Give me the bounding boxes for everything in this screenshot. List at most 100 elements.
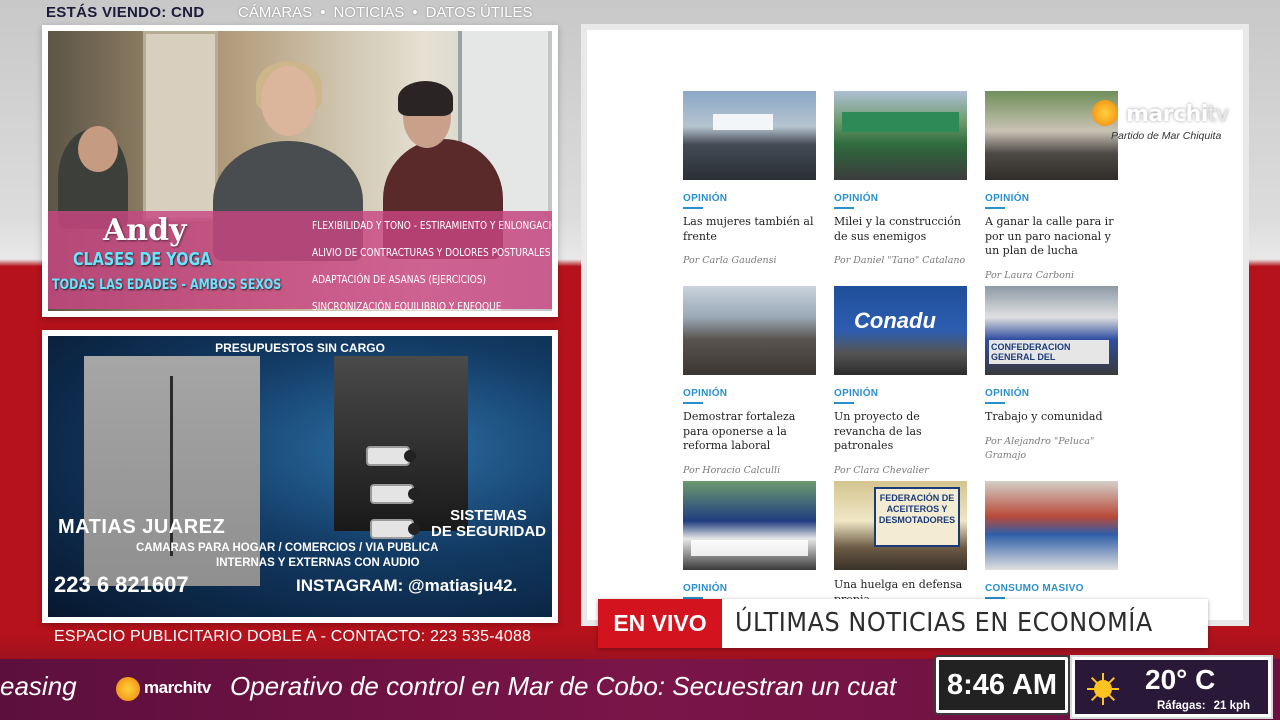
security-ad-phone: 223 6 821607 (54, 572, 189, 597)
security-ad-systems-line: SISTEMAS (450, 507, 527, 524)
news-thumbnail[interactable]: CONFEDERACION GENERAL DEL (985, 286, 1118, 375)
security-ad-image: PRESUPUESTOS SIN CARGO MATIAS JUAREZ SIS… (48, 336, 552, 617)
yoga-ad-panel: Andy CLASES DE YOGA TODAS LAS EDADES - A… (42, 25, 558, 317)
security-ad-headline: PRESUPUESTOS SIN CARGO (215, 341, 385, 355)
news-author: Por Clara Chevalier (834, 464, 929, 476)
top-bar: ESTÁS VIENDO: CND CÁMARAS • NOTICIAS • D… (0, 0, 580, 28)
gusts-label: Ráfagas: (1157, 700, 1206, 712)
thumb-banner (842, 112, 959, 132)
news-category[interactable]: OPINIÓN (683, 193, 816, 204)
weather-panel: 20° C Ráfagas: 21 kph (1075, 660, 1268, 714)
ad-space-footer: ESPACIO PUBLICITARIO DOBLE A - CONTACTO:… (54, 628, 532, 645)
news-card[interactable]: OPINIÓN Demostrar fortaleza para oponers… (683, 286, 816, 481)
news-category[interactable]: CONSUMO MASIVO (985, 583, 1118, 594)
news-thumbnail[interactable] (683, 286, 816, 375)
news-category[interactable]: OPINIÓN (834, 388, 967, 399)
yoga-ad-overlay: Andy CLASES DE YOGA TODAS LAS EDADES - A… (48, 211, 552, 311)
clock-time: 8:46 AM (939, 660, 1065, 710)
security-ad-services: CAMARAS PARA HOGAR / COMERCIOS / VIA PUB… (136, 542, 439, 554)
lower-third: EN VIVO ÚLTIMAS NOTICIAS EN ECONOMÍA (598, 599, 1208, 648)
category-underline (834, 207, 854, 209)
now-watching-label: ESTÁS VIENDO: CND (46, 4, 205, 21)
news-category[interactable]: OPINIÓN (834, 193, 967, 204)
thumb-banner (713, 114, 773, 130)
news-headline[interactable]: Un proyecto de revancha de las patronale… (834, 410, 967, 454)
thumb-banner (691, 540, 808, 556)
news-card[interactable]: OPINIÓN Milei y la construcción de sus e… (834, 91, 967, 286)
news-card[interactable]: OPINIÓN Las mujeres también al frente Po… (683, 91, 816, 286)
news-headline[interactable]: Demostrar fortaleza para oponerse a la r… (683, 410, 816, 454)
yoga-title: CLASES DE YOGA (73, 249, 212, 270)
security-ad-systems-line: DE SEGURIDAD (430, 523, 546, 540)
person-head (261, 66, 316, 136)
camera-lens (404, 450, 416, 462)
yoga-benefits-list: FLEXIBILIDAD Y TONO - ESTIRAMIENTO Y ENL… (312, 215, 552, 311)
news-thumbnail[interactable] (834, 91, 967, 180)
thumb-sign-text: Conadu (854, 308, 936, 333)
top-nav: CÁMARAS • NOTICIAS • DATOS ÚTILES (238, 4, 533, 21)
nav-separator: • (320, 4, 326, 21)
person-hair (398, 81, 453, 116)
yoga-benefit: ADAPTACIÓN DE ASANAS (EJERCICIOS) (312, 273, 486, 286)
news-thumbnail[interactable] (683, 481, 816, 570)
ticker-headline: Operativo de control en Mar de Cobo: Sec… (230, 671, 897, 701)
yoga-subtitle: TODAS LAS EDADES - AMBOS SEXOS (52, 277, 282, 293)
news-category[interactable]: OPINIÓN (985, 388, 1118, 399)
nav-news[interactable]: NOTICIAS (333, 4, 404, 21)
yoga-ad-image: Andy CLASES DE YOGA TODAS LAS EDADES - A… (48, 31, 552, 311)
category-underline (683, 402, 703, 404)
news-card[interactable]: CONFEDERACION GENERAL DEL OPINIÓN Trabaj… (985, 286, 1118, 481)
sun-logo-icon (116, 677, 140, 701)
category-underline (683, 207, 703, 209)
channel-logo: marchitv Partido de Mar Chiquita (1092, 100, 1242, 145)
news-author: Por Alejandro "Peluca" Gramajo (985, 435, 1095, 461)
news-card[interactable]: Conadu OPINIÓN Un proyecto de revancha d… (834, 286, 967, 481)
news-headline[interactable]: Las mujeres también al frente (683, 215, 816, 244)
news-headline[interactable]: A ganar la calle para ir por un paro nac… (985, 215, 1118, 259)
security-ad-name: MATIAS JUAREZ (58, 516, 226, 538)
security-camera-icon (366, 446, 416, 466)
news-category[interactable]: OPINIÓN (985, 193, 1118, 204)
nav-cameras[interactable]: CÁMARAS (238, 4, 312, 21)
camera-photo (334, 356, 468, 531)
thumb-sign: FEDERACIÓN DE ACEITEROS Y DESMOTADORES (874, 487, 960, 547)
wind-gusts: Ráfagas: 21 kph (1157, 700, 1250, 712)
sun-logo-icon (1092, 100, 1118, 126)
ticker-logo-text: marchitv (144, 678, 211, 697)
thumb-sign-text: FEDERACIÓN DE ACEITEROS Y DESMOTADORES (878, 493, 956, 525)
news-author: Por Laura Carboni (985, 269, 1075, 281)
news-thumbnail[interactable]: FEDERACIÓN DE ACEITEROS Y DESMOTADORES (834, 481, 967, 570)
security-ad-systems: SISTEMAS DE SEGURIDAD (431, 508, 546, 540)
security-ad-panel: PRESUPUESTOS SIN CARGO MATIAS JUAREZ SIS… (42, 330, 558, 623)
logo-name: marchi (1126, 102, 1208, 127)
news-category[interactable]: OPINIÓN (683, 583, 816, 594)
camera-lens (408, 488, 420, 500)
yoga-benefit: FLEXIBILIDAD Y TONO - ESTIRAMIENTO Y ENL… (312, 219, 552, 232)
news-thumbnail[interactable] (985, 481, 1118, 570)
news-headline[interactable]: Milei y la construcción de sus enemigos (834, 215, 967, 244)
news-category[interactable]: OPINIÓN (683, 388, 816, 399)
door-shape (143, 31, 218, 221)
ticker-logo: marchitv (116, 675, 216, 703)
news-author: Por Horacio Calculli (683, 464, 781, 476)
logo-tagline: Partido de Mar Chiquita (1111, 130, 1222, 142)
sun-icon (1087, 673, 1119, 705)
category-underline (985, 207, 1005, 209)
logo-tv: tv (1207, 102, 1229, 127)
live-badge: EN VIVO (598, 599, 722, 648)
logo-wordmark: marchitv (1126, 102, 1229, 127)
weather-box: 20° C Ráfagas: 21 kph (1070, 655, 1273, 719)
security-ad-instagram: INSTAGRAM: @matiasju42. (296, 576, 518, 595)
news-thumbnail[interactable] (683, 91, 816, 180)
news-grid: OPINIÓN Las mujeres también al frente Po… (683, 91, 1118, 620)
news-headline[interactable]: Trabajo y comunidad (985, 410, 1118, 425)
program-title: ÚLTIMAS NOTICIAS EN ECONOMÍA (735, 608, 1153, 638)
gusts-value: 21 kph (1213, 700, 1251, 712)
thumb-sign-text: CONFEDERACION GENERAL DEL (989, 340, 1109, 364)
nav-useful-data[interactable]: DATOS ÚTILES (426, 4, 533, 21)
yoga-benefit: ALIVIO DE CONTRACTURAS Y DOLORES POSTURA… (312, 246, 551, 259)
camera-lens (408, 523, 420, 535)
sun-core (1094, 680, 1112, 698)
category-underline (985, 402, 1005, 404)
news-thumbnail[interactable]: Conadu (834, 286, 967, 375)
